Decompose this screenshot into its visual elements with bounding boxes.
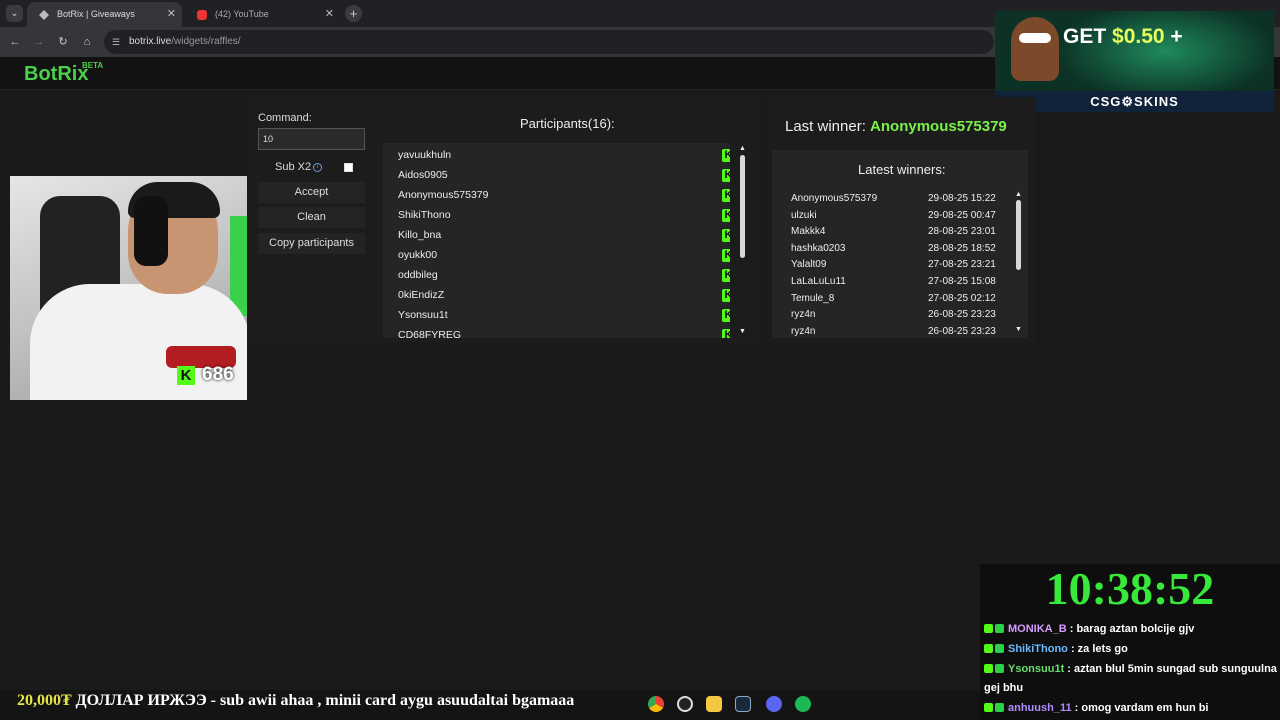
- winner-name: ryz4n: [791, 325, 816, 337]
- ticker-message: ДОЛЛАР ИРЖЭЭ - sub awii ahaa , minii car…: [75, 692, 575, 709]
- winner-name: ryz4n: [791, 309, 816, 321]
- winner-date: 28-08-25 18:52: [928, 242, 996, 254]
- viewer-count: 686: [202, 364, 234, 385]
- chat-message: ShikiThono : za lets go: [984, 640, 1278, 659]
- kick-icon: [984, 664, 993, 673]
- scroll-up-icon[interactable]: ▲: [1014, 191, 1023, 199]
- chat-text: : barag aztan bolcije gjv: [1069, 623, 1195, 635]
- winner-row: Temule_8 27-08-25 02:12: [791, 291, 1006, 307]
- winner-row: Anonymous575379 29-08-25 15:22: [791, 191, 1006, 207]
- winner-date: 28-08-25 23:01: [928, 226, 996, 238]
- winner-date: 27-08-25 23:21: [928, 259, 996, 271]
- winner-name: Anonymous575379: [791, 193, 878, 204]
- winner-name: Temule_8: [791, 292, 835, 304]
- winner-name: Makkk4: [791, 226, 826, 238]
- chat-username: ShikiThono: [1008, 643, 1068, 655]
- kick-icon: [984, 644, 993, 653]
- chat-message: MONIKA_B : barag aztan bolcije gjv: [984, 620, 1278, 639]
- winner-row: Makkk4 28-08-25 23:01: [791, 224, 1006, 240]
- kick-icon: [984, 703, 993, 712]
- winner-date: 27-08-25 02:12: [928, 292, 996, 304]
- steam-icon[interactable]: [735, 696, 751, 712]
- winner-name: Yalalt09: [791, 259, 827, 271]
- kick-icon: [984, 624, 993, 633]
- winner-date: 27-08-25 15:08: [928, 276, 996, 287]
- headphones-icon: [134, 196, 168, 266]
- winner-date: 26-08-25 23:23: [928, 325, 996, 337]
- chat-message: anhuush_11 : omog vardam em hun bi: [984, 699, 1278, 718]
- screen: ⌄ BotRix | Giveaways ✕ (42) YouTube ✕ + …: [0, 0, 1280, 720]
- winner-row: ryz4n 26-08-25 23:23: [791, 307, 1006, 323]
- winner-date: 26-08-25 23:23: [928, 309, 996, 321]
- github-icon[interactable]: [677, 696, 693, 712]
- chrome-icon[interactable]: [648, 696, 664, 712]
- webcam-overlay: K 686: [10, 176, 247, 400]
- chat-username: MONIKA_B: [1008, 623, 1067, 635]
- winner-name: hashka0203: [791, 242, 846, 254]
- winner-date: 29-08-25 15:22: [928, 193, 996, 204]
- winner-name: LaLaLuLu11: [791, 276, 846, 287]
- folder-icon[interactable]: [706, 696, 722, 712]
- scroll-down-icon[interactable]: ▼: [1014, 326, 1023, 334]
- chat-username: Ysonsuu1t: [1008, 663, 1065, 675]
- winner-date: 29-08-25 00:47: [928, 209, 996, 221]
- discord-icon[interactable]: [766, 696, 782, 712]
- spotify-icon[interactable]: [795, 696, 811, 712]
- subscriber-badge-icon: [995, 703, 1004, 712]
- chat-message: Ysonsuu1t : aztan blul 5min sungad sub s…: [984, 660, 1278, 698]
- stream-clock: 10:38:52: [1045, 563, 1215, 614]
- kick-icon: K: [177, 366, 195, 385]
- chat-text: : omog vardam em hun bi: [1074, 702, 1209, 714]
- winners-scrollbar[interactable]: [1016, 200, 1021, 270]
- winner-row: hashka0203 28-08-25 18:52: [791, 241, 1006, 257]
- chat-text: : za lets go: [1070, 643, 1128, 655]
- subscriber-badge-icon: [995, 664, 1004, 673]
- ticker-text: 20,000₮ ДОЛЛАР ИРЖЭЭ - sub awii ahaa , m…: [17, 692, 574, 710]
- subscriber-badge-icon: [995, 644, 1004, 653]
- ticker-amount: 20,000₮: [17, 692, 72, 709]
- subscriber-badge-icon: [995, 624, 1004, 633]
- winner-name: ulzuki: [791, 209, 817, 221]
- winner-row: ulzuki 29-08-25 00:47: [791, 208, 1006, 224]
- winner-row: ryz4n 26-08-25 23:23: [791, 324, 1006, 338]
- winner-row: Yalalt09 27-08-25 23:21: [791, 257, 1006, 273]
- winner-row: LaLaLuLu11 27-08-25 15:08: [791, 274, 1006, 290]
- chat-username: anhuush_11: [1008, 702, 1072, 714]
